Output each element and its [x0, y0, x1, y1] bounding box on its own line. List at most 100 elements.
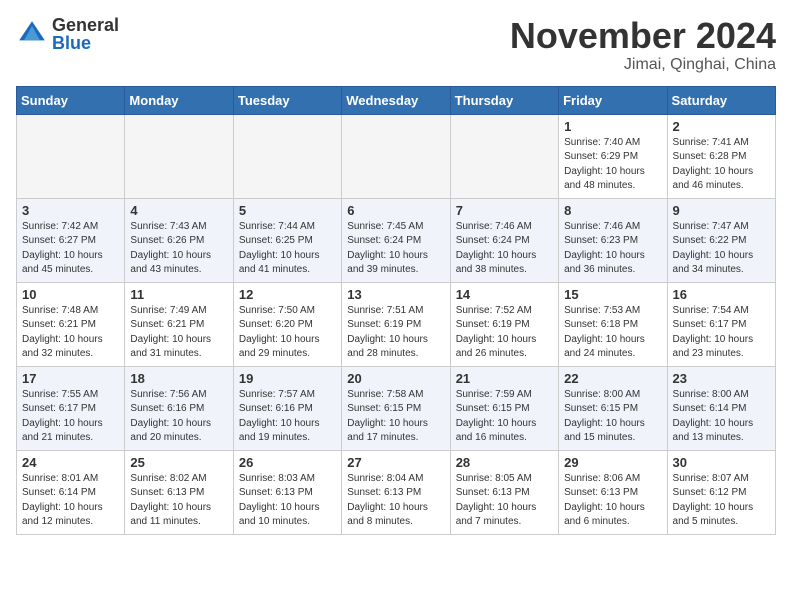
day-number: 9 [673, 203, 770, 218]
weekday-header-tuesday: Tuesday [233, 86, 341, 114]
calendar-cell: 5Sunrise: 7:44 AMSunset: 6:25 PMDaylight… [233, 198, 341, 282]
day-info: Sunrise: 8:02 AMSunset: 6:13 PMDaylight:… [130, 472, 227, 530]
logo-general-text: General [52, 16, 119, 34]
calendar-cell: 24 Sunrise: 8:01 AMSunset: 6:14 PMDayligh… [17, 450, 125, 534]
day-info: Sunrise: 7:59 AMSunset: 6:15 PMDaylight:… [456, 388, 553, 446]
calendar-cell: 12 Sunrise: 7:50 AMSunset: 6:20 PMDayligh… [233, 282, 341, 366]
day-info: Sunrise: 7:46 AMSunset: 6:23 PMDaylight:… [564, 220, 661, 278]
calendar-table: SundayMondayTuesdayWednesdayThursdayFrid… [16, 86, 776, 535]
page-header: General Blue November 2024 Jimai, Qingha… [16, 16, 776, 74]
day-number: 1 [564, 119, 661, 134]
calendar-cell: 11Sunrise: 7:49 AMSunset: 6:21 PMDayligh… [125, 282, 233, 366]
day-number: 18 [130, 371, 227, 386]
calendar-cell [125, 114, 233, 198]
day-number: 21 [456, 371, 553, 386]
day-info: Sunrise: 7:50 AMSunset: 6:20 PMDaylight:… [239, 304, 336, 362]
day-number: 4 [130, 203, 227, 218]
day-info: Sunrise: 7:54 AMSunset: 6:17 PMDaylight:… [673, 304, 770, 362]
day-info: Sunrise: 7:55 AMSunset: 6:17 PMDaylight:… [22, 388, 119, 446]
day-number: 22 [564, 371, 661, 386]
day-number: 30 [673, 455, 770, 470]
day-number: 3 [22, 203, 119, 218]
day-info: Sunrise: 7:49 AMSunset: 6:21 PMDaylight:… [130, 304, 227, 362]
day-number: 7 [456, 203, 553, 218]
calendar-cell: 19 Sunrise: 7:57 AMSunset: 6:16 PMDayligh… [233, 366, 341, 450]
logo: General Blue [16, 16, 119, 52]
weekday-header-wednesday: Wednesday [342, 86, 450, 114]
day-number: 24 [22, 455, 119, 470]
calendar-cell: 8 Sunrise: 7:46 AMSunset: 6:23 PMDaylight… [559, 198, 667, 282]
weekday-header-monday: Monday [125, 86, 233, 114]
day-number: 14 [456, 287, 553, 302]
day-info: Sunrise: 7:44 AMSunset: 6:25 PMDaylight:… [239, 220, 336, 278]
day-info: Sunrise: 7:40 AMSunset: 6:29 PMDaylight:… [564, 136, 661, 194]
weekday-header-thursday: Thursday [450, 86, 558, 114]
day-number: 25 [130, 455, 227, 470]
day-info: Sunrise: 8:03 AMSunset: 6:13 PMDaylight:… [239, 472, 336, 530]
day-info: Sunrise: 7:45 AMSunset: 6:24 PMDaylight:… [347, 220, 444, 278]
day-number: 23 [673, 371, 770, 386]
calendar-cell [450, 114, 558, 198]
calendar-cell: 2Sunrise: 7:41 AMSunset: 6:28 PMDaylight… [667, 114, 775, 198]
day-info: Sunrise: 7:43 AMSunset: 6:26 PMDaylight:… [130, 220, 227, 278]
logo-text: General Blue [52, 16, 119, 52]
day-number: 12 [239, 287, 336, 302]
day-number: 17 [22, 371, 119, 386]
calendar-cell: 3Sunrise: 7:42 AMSunset: 6:27 PMDaylight… [17, 198, 125, 282]
calendar-cell: 18 Sunrise: 7:56 AMSunset: 6:16 PMDayligh… [125, 366, 233, 450]
calendar-cell: 23 Sunrise: 8:00 AMSunset: 6:14 PMDayligh… [667, 366, 775, 450]
day-info: Sunrise: 8:00 AMSunset: 6:14 PMDaylight:… [673, 388, 770, 446]
calendar-cell [342, 114, 450, 198]
weekday-header-saturday: Saturday [667, 86, 775, 114]
calendar-cell: 30 Sunrise: 8:07 AMSunset: 6:12 PMDayligh… [667, 450, 775, 534]
weekday-header-friday: Friday [559, 86, 667, 114]
day-info: Sunrise: 7:48 AMSunset: 6:21 PMDaylight:… [22, 304, 119, 362]
calendar-cell: 22Sunrise: 8:00 AMSunset: 6:15 PMDayligh… [559, 366, 667, 450]
day-info: Sunrise: 7:57 AMSunset: 6:16 PMDaylight:… [239, 388, 336, 446]
calendar-cell: 7Sunrise: 7:46 AMSunset: 6:24 PMDaylight… [450, 198, 558, 282]
day-info: Sunrise: 8:01 AMSunset: 6:14 PMDaylight:… [22, 472, 119, 530]
day-number: 16 [673, 287, 770, 302]
weekday-header-row: SundayMondayTuesdayWednesdayThursdayFrid… [17, 86, 776, 114]
day-number: 20 [347, 371, 444, 386]
day-info: Sunrise: 7:51 AMSunset: 6:19 PMDaylight:… [347, 304, 444, 362]
day-number: 10 [22, 287, 119, 302]
calendar-cell: 26 Sunrise: 8:03 AMSunset: 6:13 PMDayligh… [233, 450, 341, 534]
calendar-cell: 1 Sunrise: 7:40 AMSunset: 6:29 PMDaylight… [559, 114, 667, 198]
day-info: Sunrise: 8:06 AMSunset: 6:13 PMDaylight:… [564, 472, 661, 530]
week-row-5: 24 Sunrise: 8:01 AMSunset: 6:14 PMDayligh… [17, 450, 776, 534]
week-row-2: 3Sunrise: 7:42 AMSunset: 6:27 PMDaylight… [17, 198, 776, 282]
calendar-cell: 16 Sunrise: 7:54 AMSunset: 6:17 PMDayligh… [667, 282, 775, 366]
calendar-cell [17, 114, 125, 198]
calendar-cell: 15 Sunrise: 7:53 AMSunset: 6:18 PMDayligh… [559, 282, 667, 366]
day-info: Sunrise: 8:05 AMSunset: 6:13 PMDaylight:… [456, 472, 553, 530]
calendar-cell: 13 Sunrise: 7:51 AMSunset: 6:19 PMDayligh… [342, 282, 450, 366]
day-info: Sunrise: 8:07 AMSunset: 6:12 PMDaylight:… [673, 472, 770, 530]
day-number: 19 [239, 371, 336, 386]
week-row-1: 1 Sunrise: 7:40 AMSunset: 6:29 PMDaylight… [17, 114, 776, 198]
calendar-cell: 20Sunrise: 7:58 AMSunset: 6:15 PMDayligh… [342, 366, 450, 450]
day-number: 8 [564, 203, 661, 218]
calendar-cell [233, 114, 341, 198]
logo-icon [16, 18, 48, 50]
calendar-cell: 27 Sunrise: 8:04 AMSunset: 6:13 PMDayligh… [342, 450, 450, 534]
day-number: 27 [347, 455, 444, 470]
calendar-cell: 6Sunrise: 7:45 AMSunset: 6:24 PMDaylight… [342, 198, 450, 282]
day-info: Sunrise: 8:04 AMSunset: 6:13 PMDaylight:… [347, 472, 444, 530]
day-number: 26 [239, 455, 336, 470]
day-number: 13 [347, 287, 444, 302]
calendar-cell: 28 Sunrise: 8:05 AMSunset: 6:13 PMDayligh… [450, 450, 558, 534]
location: Jimai, Qinghai, China [510, 56, 776, 74]
day-info: Sunrise: 7:52 AMSunset: 6:19 PMDaylight:… [456, 304, 553, 362]
week-row-4: 17 Sunrise: 7:55 AMSunset: 6:17 PMDayligh… [17, 366, 776, 450]
calendar-cell: 17 Sunrise: 7:55 AMSunset: 6:17 PMDayligh… [17, 366, 125, 450]
day-info: Sunrise: 7:41 AMSunset: 6:28 PMDaylight:… [673, 136, 770, 194]
day-info: Sunrise: 7:56 AMSunset: 6:16 PMDaylight:… [130, 388, 227, 446]
calendar-cell: 21 Sunrise: 7:59 AMSunset: 6:15 PMDayligh… [450, 366, 558, 450]
day-info: Sunrise: 7:53 AMSunset: 6:18 PMDaylight:… [564, 304, 661, 362]
day-number: 15 [564, 287, 661, 302]
month-title: November 2024 [510, 16, 776, 56]
calendar-cell: 14 Sunrise: 7:52 AMSunset: 6:19 PMDayligh… [450, 282, 558, 366]
calendar-cell: 25 Sunrise: 8:02 AMSunset: 6:13 PMDayligh… [125, 450, 233, 534]
day-number: 28 [456, 455, 553, 470]
